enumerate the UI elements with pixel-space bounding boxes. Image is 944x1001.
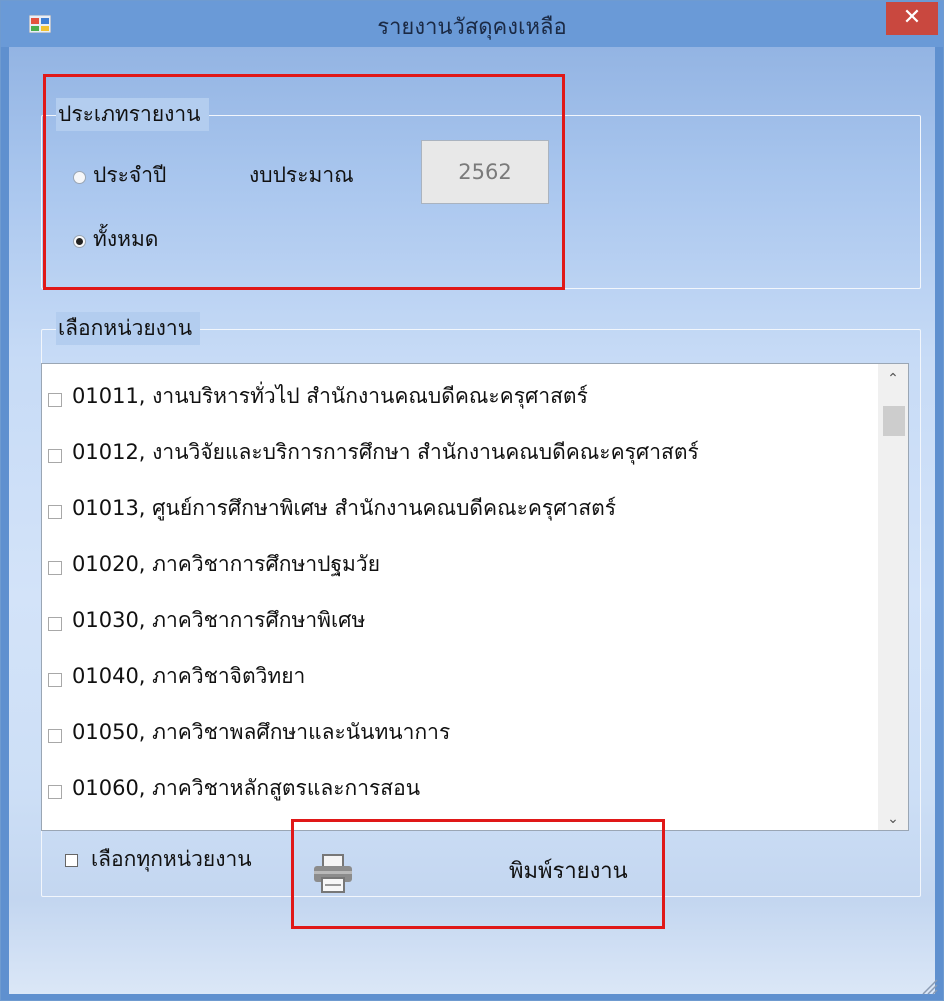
list-item-label[interactable]: 01020, ภาควิชาการศึกษาปฐมวัย (72, 548, 380, 581)
list-item[interactable]: 01020, ภาควิชาการศึกษาปฐมวัย (42, 532, 892, 588)
list-item-label[interactable]: 01040, ภาควิชาจิตวิทยา (72, 660, 305, 693)
item-checkbox[interactable] (48, 617, 62, 631)
list-item[interactable]: 01060, ภาควิชาหลักสูตรและการสอน (42, 756, 892, 812)
window-title: รายงานวัสดุคงเหลือ (377, 15, 567, 40)
list-item-label[interactable]: 01050, ภาควิชาพลศึกษาและนันทนาการ (72, 716, 450, 749)
close-icon: ✕ (902, 5, 922, 30)
scroll-up-icon[interactable]: ⌃ (884, 372, 902, 386)
list-item-label[interactable]: 01011, งานบริหารทั่วไป สำนักงานคณบดีคณะค… (72, 380, 588, 413)
resize-grip-icon[interactable] (917, 974, 939, 996)
title-bar[interactable]: รายงานวัสดุคงเหลือ ✕ (1, 1, 943, 47)
all-radio-label[interactable]: ทั้งหมด (93, 223, 158, 256)
list-item[interactable]: 01011, งานบริหารทั่วไป สำนักงานคณบดีคณะค… (42, 364, 892, 420)
budget-year-label: งบประมาณ (249, 163, 354, 187)
item-checkbox[interactable] (48, 785, 62, 799)
list-scrollbar[interactable]: ⌃ ⌄ (878, 364, 908, 830)
list-item-label[interactable]: 01013, ศูนย์การศึกษาพิเศษ สำนักงานคณบดีค… (72, 492, 616, 525)
units-group-title: เลือกหน่วยงาน (56, 312, 201, 345)
select-all-label[interactable]: เลือกทุกหน่วยงาน (91, 843, 252, 876)
list-item-label[interactable]: 01012, งานวิจัยและบริการการศึกษา สำนักงา… (72, 436, 699, 469)
list-item[interactable]: 01050, ภาควิชาพลศึกษาและนันทนาการ (42, 700, 892, 756)
item-checkbox[interactable] (48, 505, 62, 519)
list-item-label[interactable]: 01060, ภาควิชาหลักสูตรและการสอน (72, 772, 420, 805)
print-button-label[interactable]: พิมพ์รายงาน (509, 853, 628, 888)
annual-radio[interactable] (73, 171, 86, 184)
item-checkbox[interactable] (48, 561, 62, 575)
list-item[interactable]: 01040, ภาควิชาจิตวิทยา (42, 644, 892, 700)
report-window: รายงานวัสดุคงเหลือ ✕ ประเภทรายงาน ประจำป… (0, 0, 944, 1001)
scroll-down-icon[interactable]: ⌄ (884, 812, 902, 826)
list-item[interactable]: 01013, ศูนย์การศึกษาพิเศษ สำนักงานคณบดีค… (42, 476, 892, 532)
printer-icon (314, 854, 352, 893)
list-item[interactable]: 01012, งานวิจัยและบริการการศึกษา สำนักงา… (42, 420, 892, 476)
list-item-label[interactable]: 01030, ภาควิชาการศึกษาพิเศษ (72, 604, 365, 637)
annual-radio-label[interactable]: ประจำปี (93, 159, 166, 192)
select-all-checkbox[interactable] (65, 854, 78, 867)
all-radio[interactable] (73, 235, 86, 248)
scroll-thumb[interactable] (883, 406, 905, 436)
budget-year-input[interactable]: 2562 (421, 140, 549, 204)
report-type-group-title: ประเภทรายงาน (56, 98, 209, 131)
print-report-button[interactable]: พิมพ์รายงาน (297, 823, 659, 927)
units-checklist[interactable]: 01011, งานบริหารทั่วไป สำนักงานคณบดีคณะค… (41, 363, 909, 831)
item-checkbox[interactable] (48, 449, 62, 463)
item-checkbox[interactable] (48, 673, 62, 687)
close-button[interactable]: ✕ (886, 2, 938, 35)
item-checkbox[interactable] (48, 393, 62, 407)
list-item[interactable]: 01030, ภาควิชาการศึกษาพิเศษ (42, 588, 892, 644)
item-checkbox[interactable] (48, 729, 62, 743)
